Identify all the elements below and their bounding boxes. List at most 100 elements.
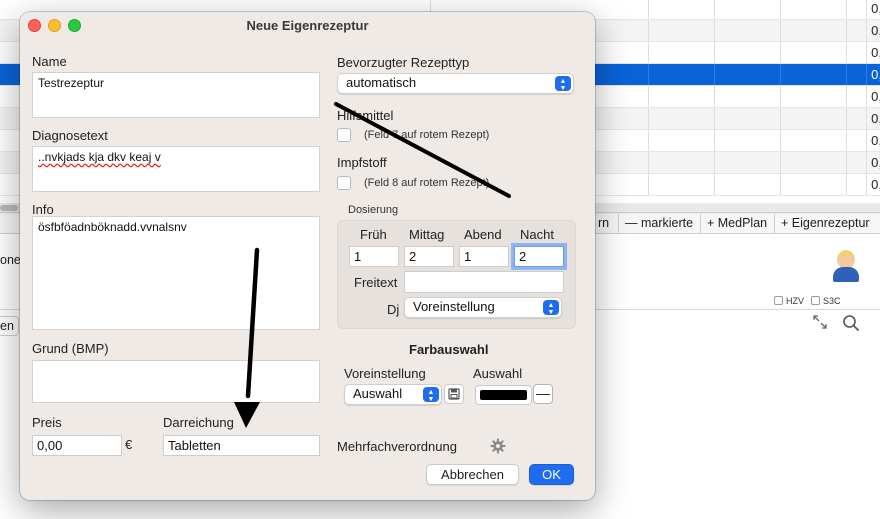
column-divider: [846, 152, 847, 173]
column-divider: [866, 86, 867, 107]
save-preset-icon[interactable]: [444, 384, 464, 404]
gear-icon[interactable]: [490, 438, 506, 454]
column-divider: [714, 64, 715, 85]
header-frueh: Früh: [360, 227, 387, 242]
rezepttyp-popup[interactable]: automatisch ▲ ▼: [337, 73, 574, 94]
name-field[interactable]: Testrezeptur: [32, 72, 320, 118]
new-eigenrezeptur-dialog: Neue Eigenrezeptur Name Testrezeptur Dia…: [20, 12, 595, 500]
preis-label: Preis: [32, 415, 62, 430]
expand-icon[interactable]: [813, 315, 827, 329]
search-icon[interactable]: [842, 314, 860, 332]
column-divider: [866, 152, 867, 173]
column-divider: [846, 64, 847, 85]
cancel-button[interactable]: Abbrechen: [426, 464, 519, 485]
diagnose-text-value: ..nvkjads kja dkv keaj v: [38, 150, 161, 164]
column-divider: [846, 0, 847, 19]
darreichung-field[interactable]: Tabletten: [163, 435, 320, 456]
header-abend: Abend: [464, 227, 502, 242]
dosierung-label: Dosierung: [348, 204, 399, 216]
mehrfach-label: Mehrfachverordnung: [337, 439, 457, 454]
dj-label: Dj: [387, 302, 400, 317]
column-divider: [780, 20, 781, 41]
diagnose-label: Diagnosetext: [32, 128, 108, 143]
column-divider: [846, 86, 847, 107]
column-divider: [780, 64, 781, 85]
hzv-checkbox[interactable]: HZV: [774, 296, 804, 306]
color-preset-value: Auswahl: [353, 386, 403, 401]
cell-value: 0,: [871, 23, 880, 38]
column-divider: [714, 0, 715, 19]
dose-frueh-field[interactable]: 1: [349, 246, 399, 267]
grund-field[interactable]: [32, 360, 320, 403]
dose-mittag-field[interactable]: 2: [404, 246, 454, 267]
cell-value: 0,: [871, 133, 880, 148]
column-divider: [780, 152, 781, 173]
impfstoff-checkbox[interactable]: [337, 176, 351, 190]
auswahl-label: Auswahl: [473, 366, 523, 381]
remove-marked-button[interactable]: — markierte: [618, 214, 699, 234]
name-label: Name: [32, 54, 67, 69]
column-divider: [714, 86, 715, 107]
dialog-title: Neue Eigenrezeptur: [246, 18, 369, 33]
column-divider: [846, 174, 847, 195]
hilfsmittel-note: (Feld 7 auf rotem Rezept): [364, 129, 490, 141]
doctor-avatar-icon: [833, 250, 859, 282]
scrollbar-thumb[interactable]: [0, 205, 18, 211]
title-bar[interactable]: Neue Eigenrezeptur: [20, 12, 595, 40]
cell-value: 0,: [871, 67, 880, 82]
dose-nacht-field[interactable]: 2: [514, 246, 564, 267]
diagnose-text-field[interactable]: ..nvkjads kja dkv keaj v: [32, 146, 320, 192]
info-label: Info: [32, 202, 54, 217]
farbauswahl-heading: Farbauswahl: [409, 342, 489, 357]
column-divider: [866, 20, 867, 41]
hilfsmittel-checkbox[interactable]: [337, 128, 351, 142]
s3c-checkbox[interactable]: S3C: [811, 296, 841, 306]
preis-field[interactable]: 0,00: [32, 435, 122, 456]
column-divider: [648, 0, 649, 19]
column-divider: [714, 42, 715, 63]
ok-button[interactable]: OK: [529, 464, 574, 485]
column-divider: [780, 108, 781, 129]
column-divider: [714, 174, 715, 195]
dj-value: Voreinstellung: [413, 299, 495, 314]
column-divider: [648, 108, 649, 129]
add-medplan-button[interactable]: + MedPlan: [700, 214, 773, 234]
column-divider: [846, 130, 847, 151]
remove-color-button[interactable]: —: [533, 384, 553, 404]
color-well[interactable]: [475, 385, 532, 405]
add-eigenrezeptur-button[interactable]: + Eigenrezeptur: [774, 214, 876, 234]
column-divider: [780, 0, 781, 19]
popup-chevron-icon: ▲ ▼: [423, 387, 439, 403]
column-divider: [866, 108, 867, 129]
column-divider: [846, 20, 847, 41]
cell-value: 0,: [871, 89, 880, 104]
column-divider: [780, 174, 781, 195]
header-mittag: Mittag: [409, 227, 445, 242]
column-divider: [780, 86, 781, 107]
info-field[interactable]: ösfbföadnböknadd.vvnalsnv: [32, 216, 320, 330]
selected-color-swatch: [480, 390, 527, 400]
column-divider: [780, 42, 781, 63]
dj-popup[interactable]: Voreinstellung ▲ ▼: [404, 297, 562, 318]
column-divider: [714, 152, 715, 173]
toolbar-partial-button[interactable]: rn: [592, 214, 615, 234]
column-divider: [648, 152, 649, 173]
column-divider: [648, 86, 649, 107]
freitext-field[interactable]: [404, 271, 564, 293]
column-divider: [846, 108, 847, 129]
column-divider: [648, 130, 649, 151]
partial-button[interactable]: en: [0, 316, 19, 336]
rezepttyp-label: Bevorzugter Rezepttyp: [337, 55, 470, 70]
partial-label: one: [0, 253, 21, 267]
dose-abend-field[interactable]: 1: [459, 246, 509, 267]
impfstoff-label: Impfstoff: [337, 155, 387, 170]
column-divider: [648, 42, 649, 63]
column-divider: [780, 130, 781, 151]
column-divider: [648, 174, 649, 195]
color-preset-popup[interactable]: Auswahl ▲ ▼: [344, 384, 442, 405]
darreichung-label: Darreichung: [163, 415, 234, 430]
column-divider: [648, 20, 649, 41]
column-divider: [846, 42, 847, 63]
currency-label: €: [125, 437, 133, 452]
hzv-label: HZV: [786, 296, 804, 306]
